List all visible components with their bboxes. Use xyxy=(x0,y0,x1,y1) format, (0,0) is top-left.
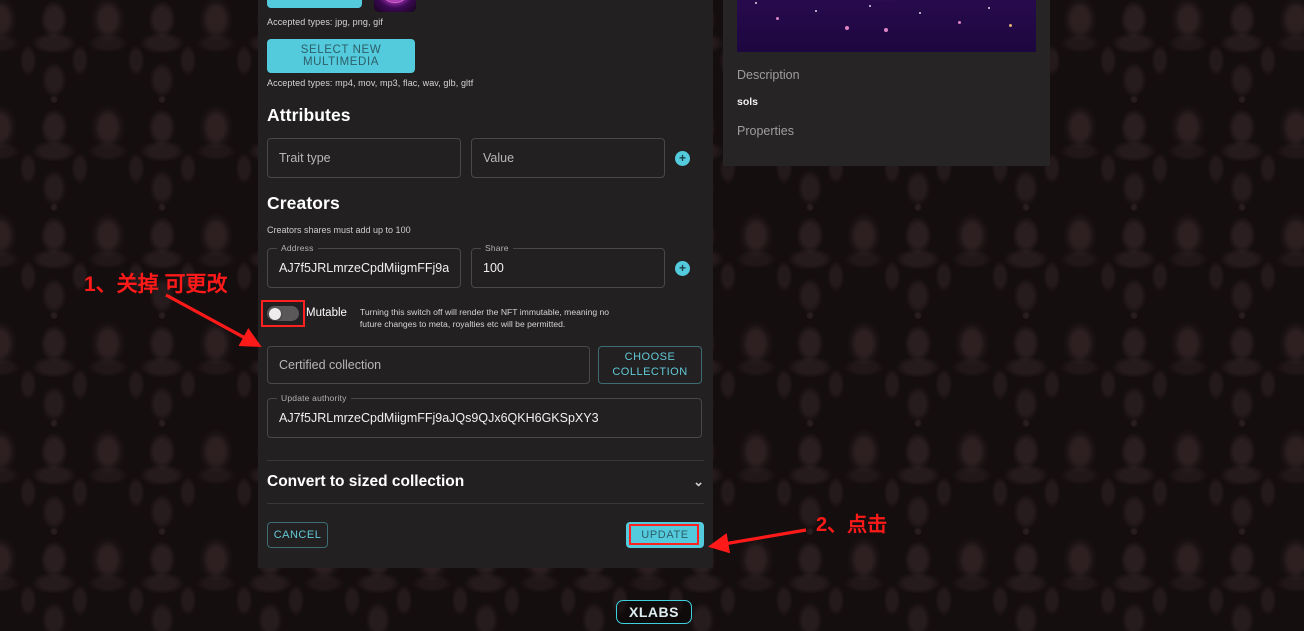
annotation-2-text: 2、点击 xyxy=(816,514,888,536)
annotation-1-text: 1、关掉 可更改 xyxy=(84,273,228,296)
annotation-2-arrow xyxy=(707,528,807,554)
